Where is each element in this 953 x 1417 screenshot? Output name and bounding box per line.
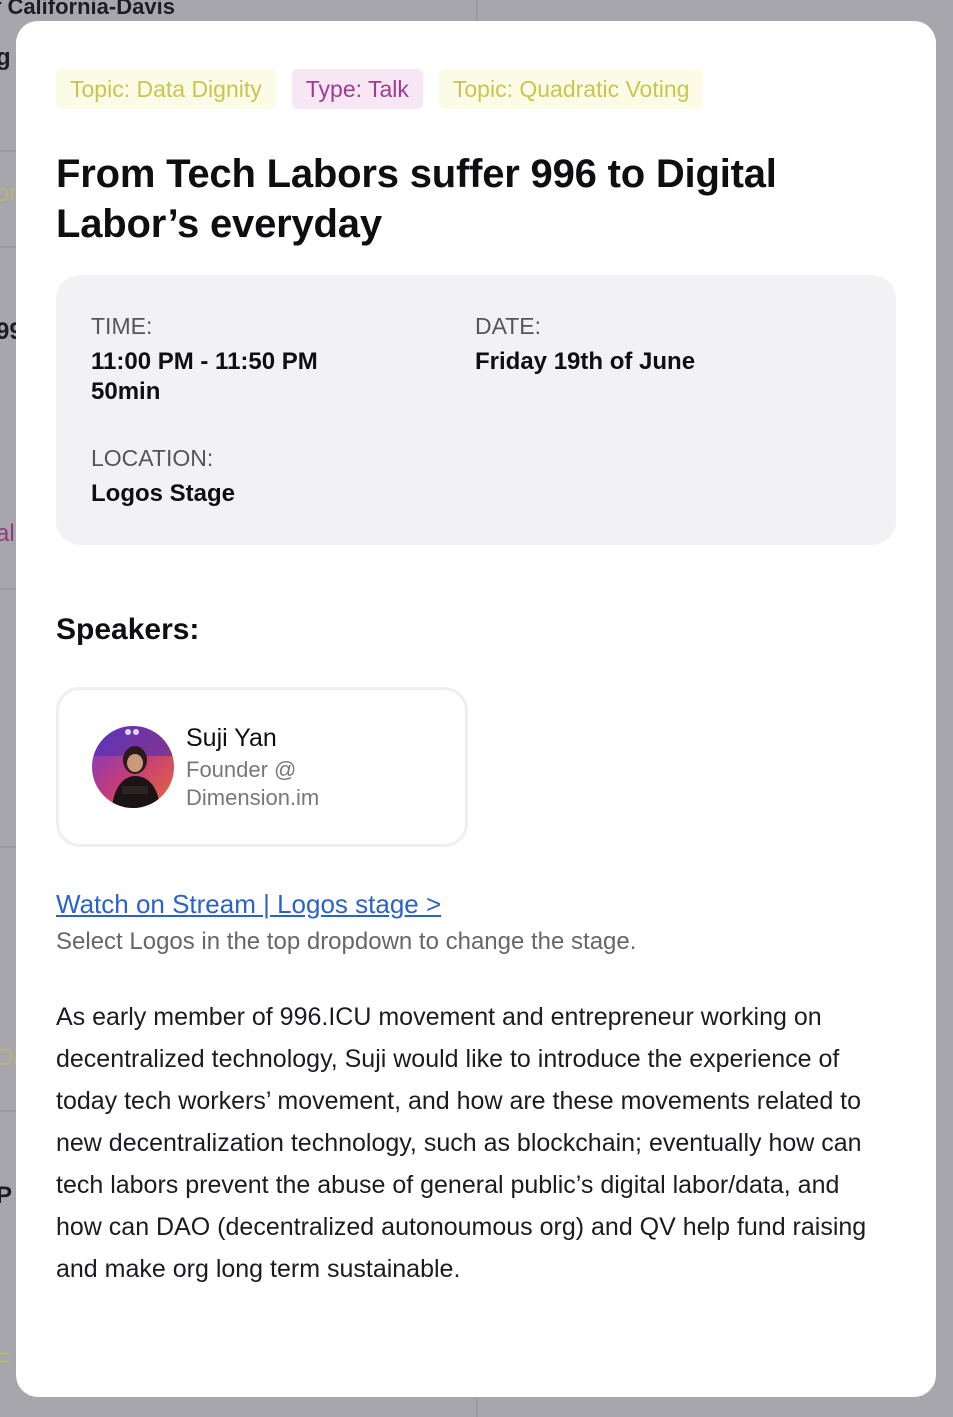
speakers-heading: Speakers: [56, 613, 200, 646]
background-fragment: P [0, 1182, 13, 1209]
time-label: TIME: [91, 313, 153, 339]
speaker-name: Suji Yan [186, 724, 277, 752]
avatar [92, 726, 174, 808]
duration-value: 50min [91, 378, 161, 405]
stream-note: Select Logos in the top dropdown to chan… [56, 928, 637, 955]
background-divider [0, 588, 16, 590]
watch-on-stream-link[interactable]: Watch on Stream | Logos stage > [56, 889, 441, 920]
location-label: LOCATION: [91, 445, 214, 471]
background-fragment: g [0, 44, 11, 71]
background-divider [0, 150, 16, 152]
location-value: Logos Stage [91, 480, 236, 507]
session-info-box: TIME: 11:00 PM - 11:50 PM 50min DATE: Fr… [56, 275, 896, 545]
background-fragment: F [0, 1348, 11, 1375]
speaker-role-line: Dimension.im [186, 785, 320, 810]
avatar-image [92, 726, 174, 808]
speaker-role: Founder @ Dimension.im [186, 756, 386, 812]
topic-tag-data-dignity[interactable]: Topic: Data Dignity [56, 69, 276, 109]
background-org-text: f California-Davis [0, 0, 175, 19]
session-description: As early member of 996.ICU movement and … [56, 1003, 867, 1283]
tag-list: Topic: Data Dignity Type: Talk Topic: Qu… [56, 69, 896, 109]
speaker-role-line: Founder @ [186, 757, 297, 782]
session-detail-modal: Topic: Data Dignity Type: Talk Topic: Qu… [16, 21, 936, 1397]
background-fragment: or [0, 180, 18, 207]
time-value: 11:00 PM - 11:50 PM [91, 348, 318, 375]
background-divider [0, 246, 16, 248]
topic-tag-quadratic-voting[interactable]: Topic: Quadratic Voting [438, 69, 704, 109]
date-value: Friday 19th of June [475, 348, 696, 375]
type-tag-talk[interactable]: Type: Talk [291, 69, 423, 109]
date-label: DATE: [475, 313, 542, 339]
speaker-card[interactable]: Suji Yan Founder @ Dimension.im [56, 687, 468, 847]
background-divider [0, 1110, 16, 1112]
background-divider [0, 846, 16, 848]
session-title: From Tech Labors suffer 996 to Digital L… [56, 152, 777, 246]
